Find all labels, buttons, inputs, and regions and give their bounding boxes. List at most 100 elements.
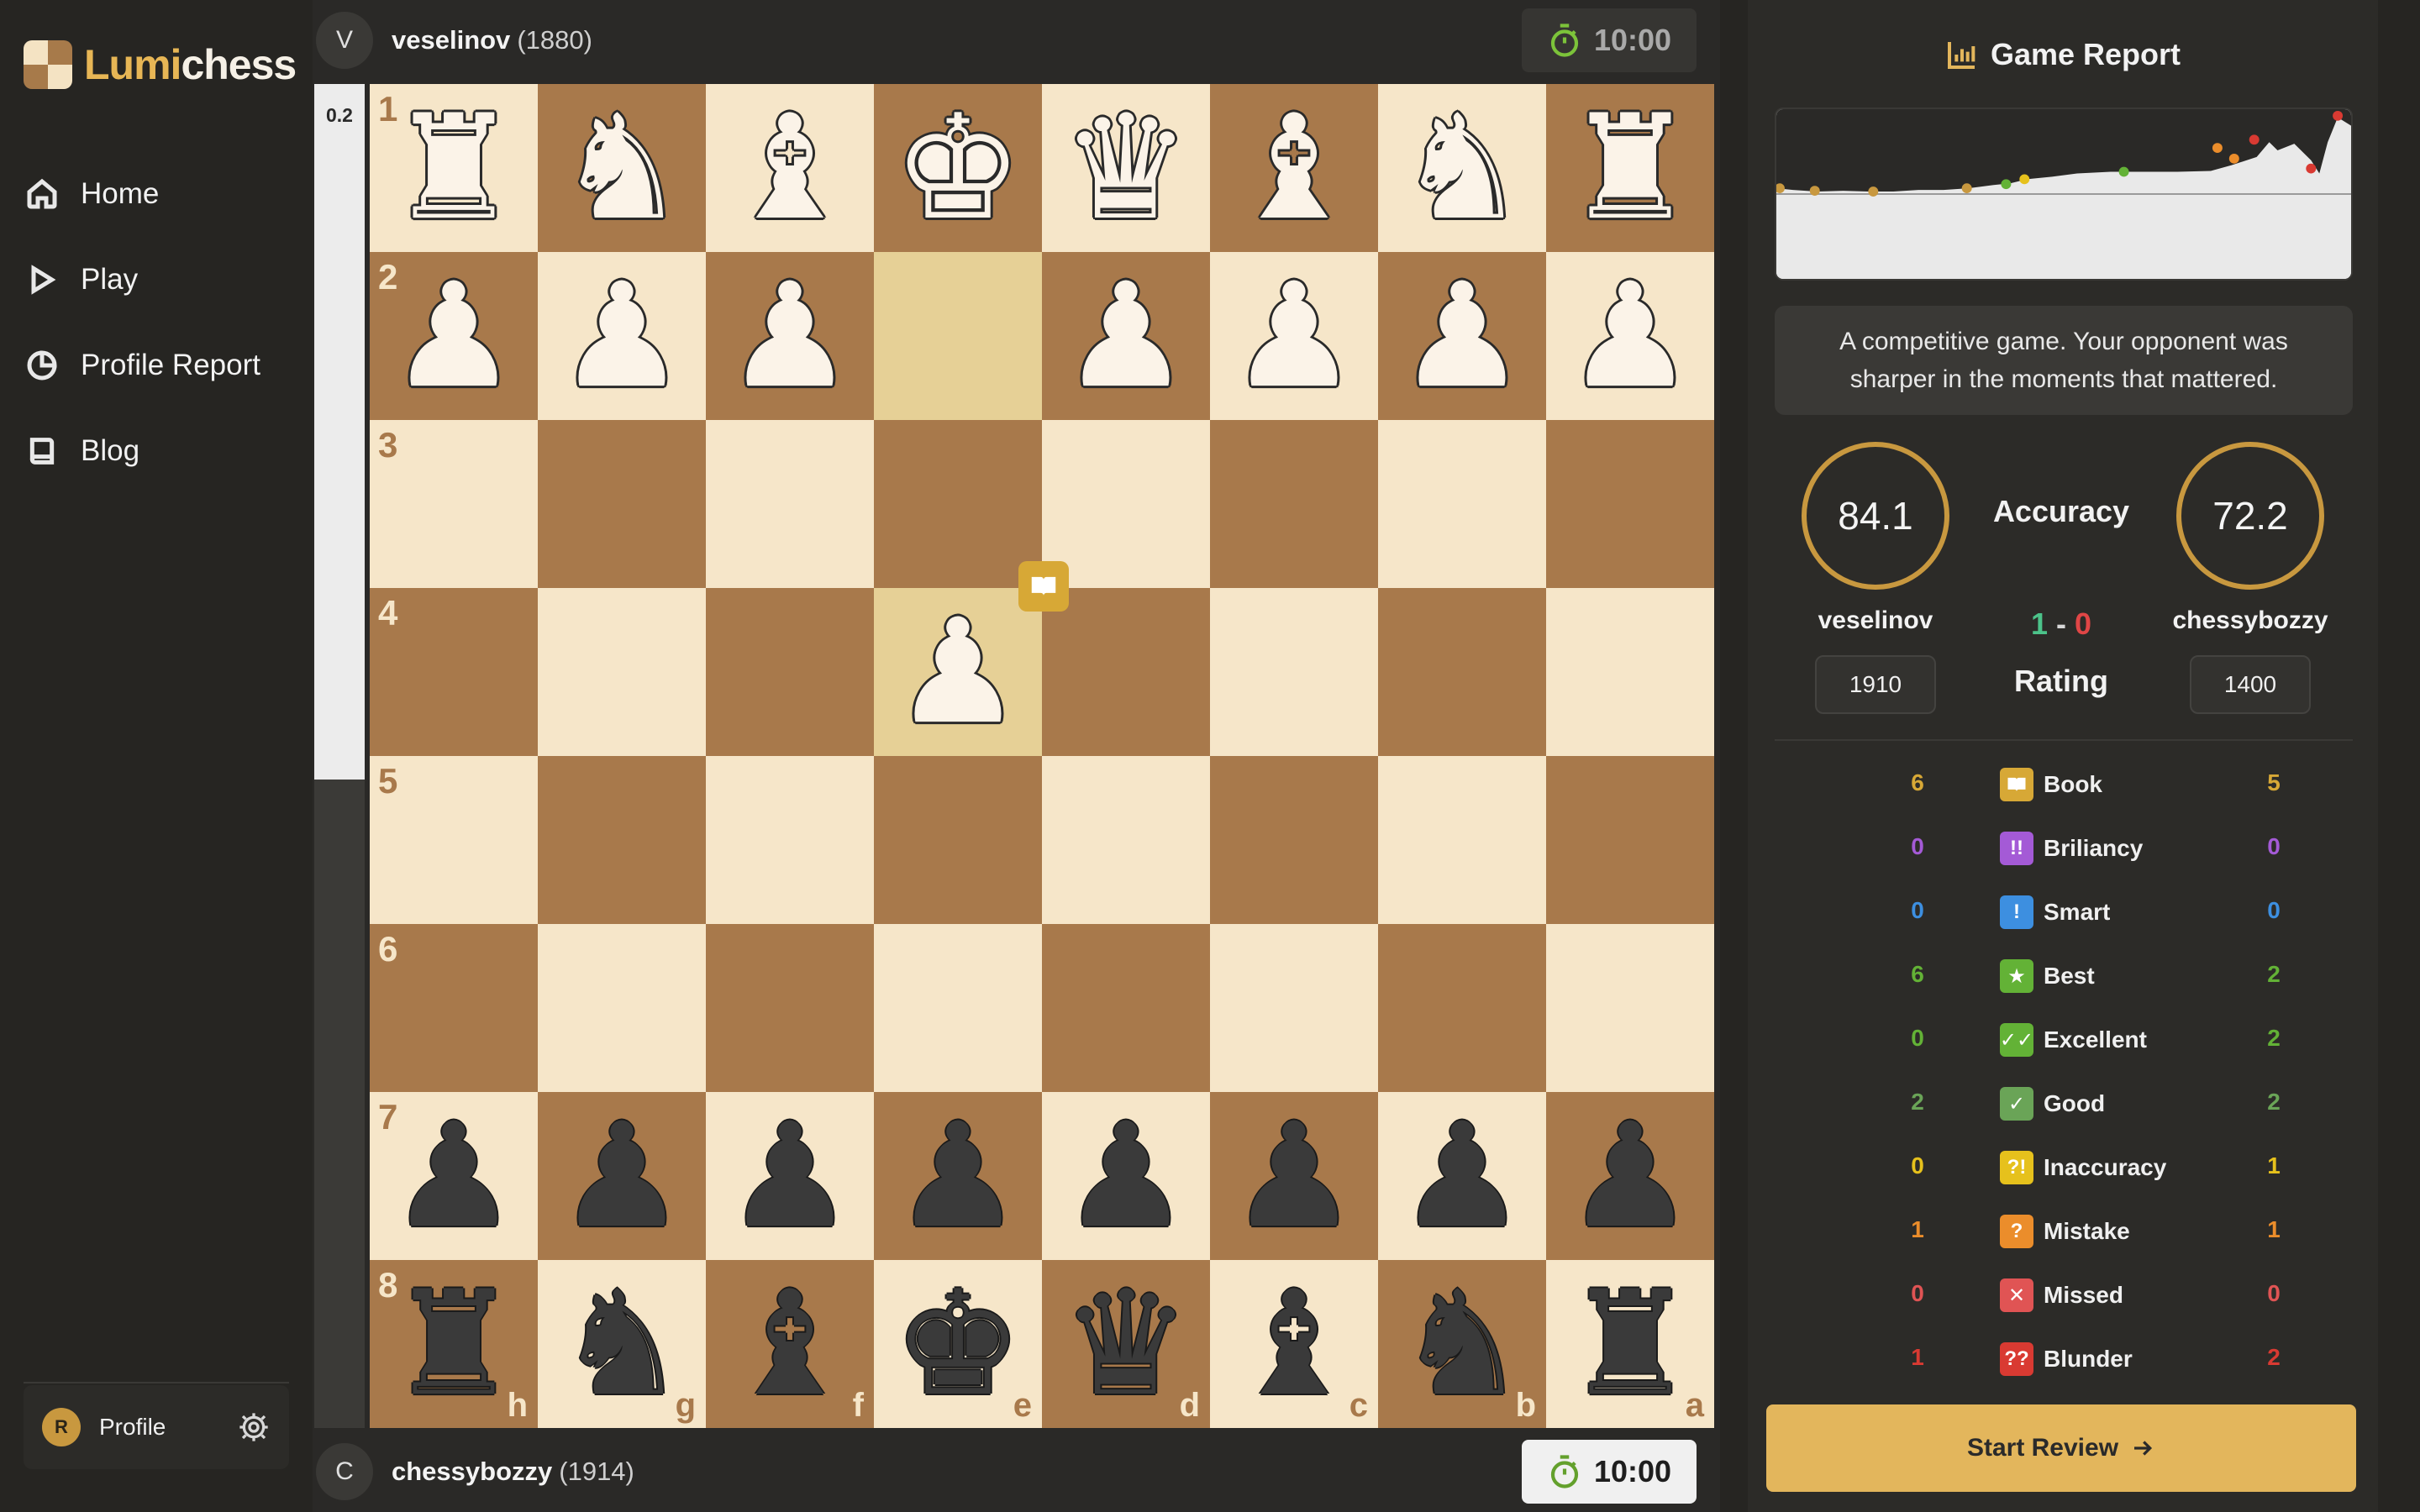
sidebar-item-blog[interactable]: Blog	[0, 408, 313, 494]
square-b2[interactable]: ♟	[1378, 252, 1546, 420]
square-f7[interactable]: ♟	[706, 1092, 874, 1260]
square-f8[interactable]: f ♝	[706, 1260, 874, 1428]
square-d1[interactable]: ♛	[1042, 84, 1210, 252]
white-bishop-icon[interactable]: ♝	[706, 84, 874, 252]
square-d8[interactable]: d ♛	[1042, 1260, 1210, 1428]
square-b4[interactable]	[1378, 588, 1546, 756]
square-a8[interactable]: a ♜	[1546, 1260, 1714, 1428]
square-a6[interactable]	[1546, 924, 1714, 1092]
square-c2[interactable]: ♟	[1210, 252, 1378, 420]
sidebar-item-play[interactable]: Play	[0, 237, 313, 323]
square-f5[interactable]	[706, 756, 874, 924]
white-knight-icon[interactable]: ♞	[1378, 84, 1546, 252]
square-d7[interactable]: ♟	[1042, 1092, 1210, 1260]
white-pawn-icon[interactable]: ♟	[370, 252, 538, 420]
bottom-player-name[interactable]: chessybozzy	[392, 1457, 552, 1487]
black-knight-icon[interactable]: ♞	[538, 1260, 706, 1428]
white-pawn-icon[interactable]: ♟	[1378, 252, 1546, 420]
square-c7[interactable]: ♟	[1210, 1092, 1378, 1260]
square-h5[interactable]: 5	[370, 756, 538, 924]
white-pawn-icon[interactable]: ♟	[538, 252, 706, 420]
square-g7[interactable]: ♟	[538, 1092, 706, 1260]
gear-icon[interactable]	[237, 1410, 271, 1444]
square-b7[interactable]: ♟	[1378, 1092, 1546, 1260]
square-a5[interactable]	[1546, 756, 1714, 924]
white-bishop-icon[interactable]: ♝	[1210, 84, 1378, 252]
evaluation-graph[interactable]	[1775, 108, 2353, 281]
black-knight-icon[interactable]: ♞	[1378, 1260, 1546, 1428]
black-pawn-icon[interactable]: ♟	[538, 1092, 706, 1260]
square-e1[interactable]: ♚	[874, 84, 1042, 252]
chess-board[interactable]: 1 ♜ ♞ ♝ ♚ ♛ ♝ ♞ ♜ 2 ♟ ♟ ♟ ♟ ♟ ♟ ♟ 3 4 ♟ 5 6 7 ♟ ♟ ♟ ♟ ♟ ♟ ♟ ♟ 8 h ♜ g ♞ f ♝ e ♚…	[370, 84, 1714, 1428]
black-pawn-icon[interactable]: ♟	[1378, 1092, 1546, 1260]
square-e3[interactable]	[874, 420, 1042, 588]
square-a4[interactable]	[1546, 588, 1714, 756]
white-rook-icon[interactable]: ♜	[370, 84, 538, 252]
black-pawn-icon[interactable]: ♟	[1210, 1092, 1378, 1260]
square-h1[interactable]: 1 ♜	[370, 84, 538, 252]
square-g8[interactable]: g ♞	[538, 1260, 706, 1428]
white-rook-icon[interactable]: ♜	[1546, 84, 1714, 252]
square-h7[interactable]: 7 ♟	[370, 1092, 538, 1260]
black-pawn-icon[interactable]: ♟	[874, 1092, 1042, 1260]
square-h3[interactable]: 3	[370, 420, 538, 588]
square-e5[interactable]	[874, 756, 1042, 924]
square-b5[interactable]	[1378, 756, 1546, 924]
black-king-icon[interactable]: ♚	[874, 1260, 1042, 1428]
square-c6[interactable]	[1210, 924, 1378, 1092]
square-f1[interactable]: ♝	[706, 84, 874, 252]
square-f4[interactable]	[706, 588, 874, 756]
square-h8[interactable]: 8 h ♜	[370, 1260, 538, 1428]
black-pawn-icon[interactable]: ♟	[1042, 1092, 1210, 1260]
white-knight-icon[interactable]: ♞	[538, 84, 706, 252]
square-a1[interactable]: ♜	[1546, 84, 1714, 252]
square-c5[interactable]	[1210, 756, 1378, 924]
square-d2[interactable]: ♟	[1042, 252, 1210, 420]
square-c1[interactable]: ♝	[1210, 84, 1378, 252]
square-g1[interactable]: ♞	[538, 84, 706, 252]
top-player-name[interactable]: veselinov	[392, 25, 510, 55]
profile-button[interactable]: R Profile	[24, 1385, 289, 1469]
black-queen-icon[interactable]: ♛	[1042, 1260, 1210, 1428]
square-c3[interactable]	[1210, 420, 1378, 588]
black-rook-icon[interactable]: ♜	[1546, 1260, 1714, 1428]
white-pawn-icon[interactable]: ♟	[874, 588, 1042, 756]
square-h4[interactable]: 4	[370, 588, 538, 756]
black-pawn-icon[interactable]: ♟	[370, 1092, 538, 1260]
square-f3[interactable]	[706, 420, 874, 588]
square-f2[interactable]: ♟	[706, 252, 874, 420]
square-g2[interactable]: ♟	[538, 252, 706, 420]
black-bishop-icon[interactable]: ♝	[1210, 1260, 1378, 1428]
white-pawn-icon[interactable]: ♟	[1042, 252, 1210, 420]
square-g4[interactable]	[538, 588, 706, 756]
white-king-icon[interactable]: ♚	[874, 84, 1042, 252]
app-logo[interactable]: Lumichess	[24, 37, 297, 92]
square-h6[interactable]: 6	[370, 924, 538, 1092]
square-g3[interactable]	[538, 420, 706, 588]
black-pawn-icon[interactable]: ♟	[1546, 1092, 1714, 1260]
square-a3[interactable]	[1546, 420, 1714, 588]
white-pawn-icon[interactable]: ♟	[706, 252, 874, 420]
square-b3[interactable]	[1378, 420, 1546, 588]
sidebar-item-profile-report[interactable]: Profile Report	[0, 323, 313, 408]
square-f6[interactable]	[706, 924, 874, 1092]
square-e2[interactable]	[874, 252, 1042, 420]
square-a7[interactable]: ♟	[1546, 1092, 1714, 1260]
white-pawn-icon[interactable]: ♟	[1546, 252, 1714, 420]
black-pawn-icon[interactable]: ♟	[706, 1092, 874, 1260]
square-h2[interactable]: 2 ♟	[370, 252, 538, 420]
white-queen-icon[interactable]: ♛	[1042, 84, 1210, 252]
square-a2[interactable]: ♟	[1546, 252, 1714, 420]
square-e4[interactable]: ♟	[874, 588, 1042, 756]
start-review-button[interactable]: Start Review	[1766, 1404, 2356, 1492]
white-pawn-icon[interactable]: ♟	[1210, 252, 1378, 420]
square-d5[interactable]	[1042, 756, 1210, 924]
square-d4[interactable]	[1042, 588, 1210, 756]
square-b1[interactable]: ♞	[1378, 84, 1546, 252]
black-bishop-icon[interactable]: ♝	[706, 1260, 874, 1428]
square-d3[interactable]	[1042, 420, 1210, 588]
square-c8[interactable]: c ♝	[1210, 1260, 1378, 1428]
square-d6[interactable]	[1042, 924, 1210, 1092]
square-g5[interactable]	[538, 756, 706, 924]
square-b8[interactable]: b ♞	[1378, 1260, 1546, 1428]
